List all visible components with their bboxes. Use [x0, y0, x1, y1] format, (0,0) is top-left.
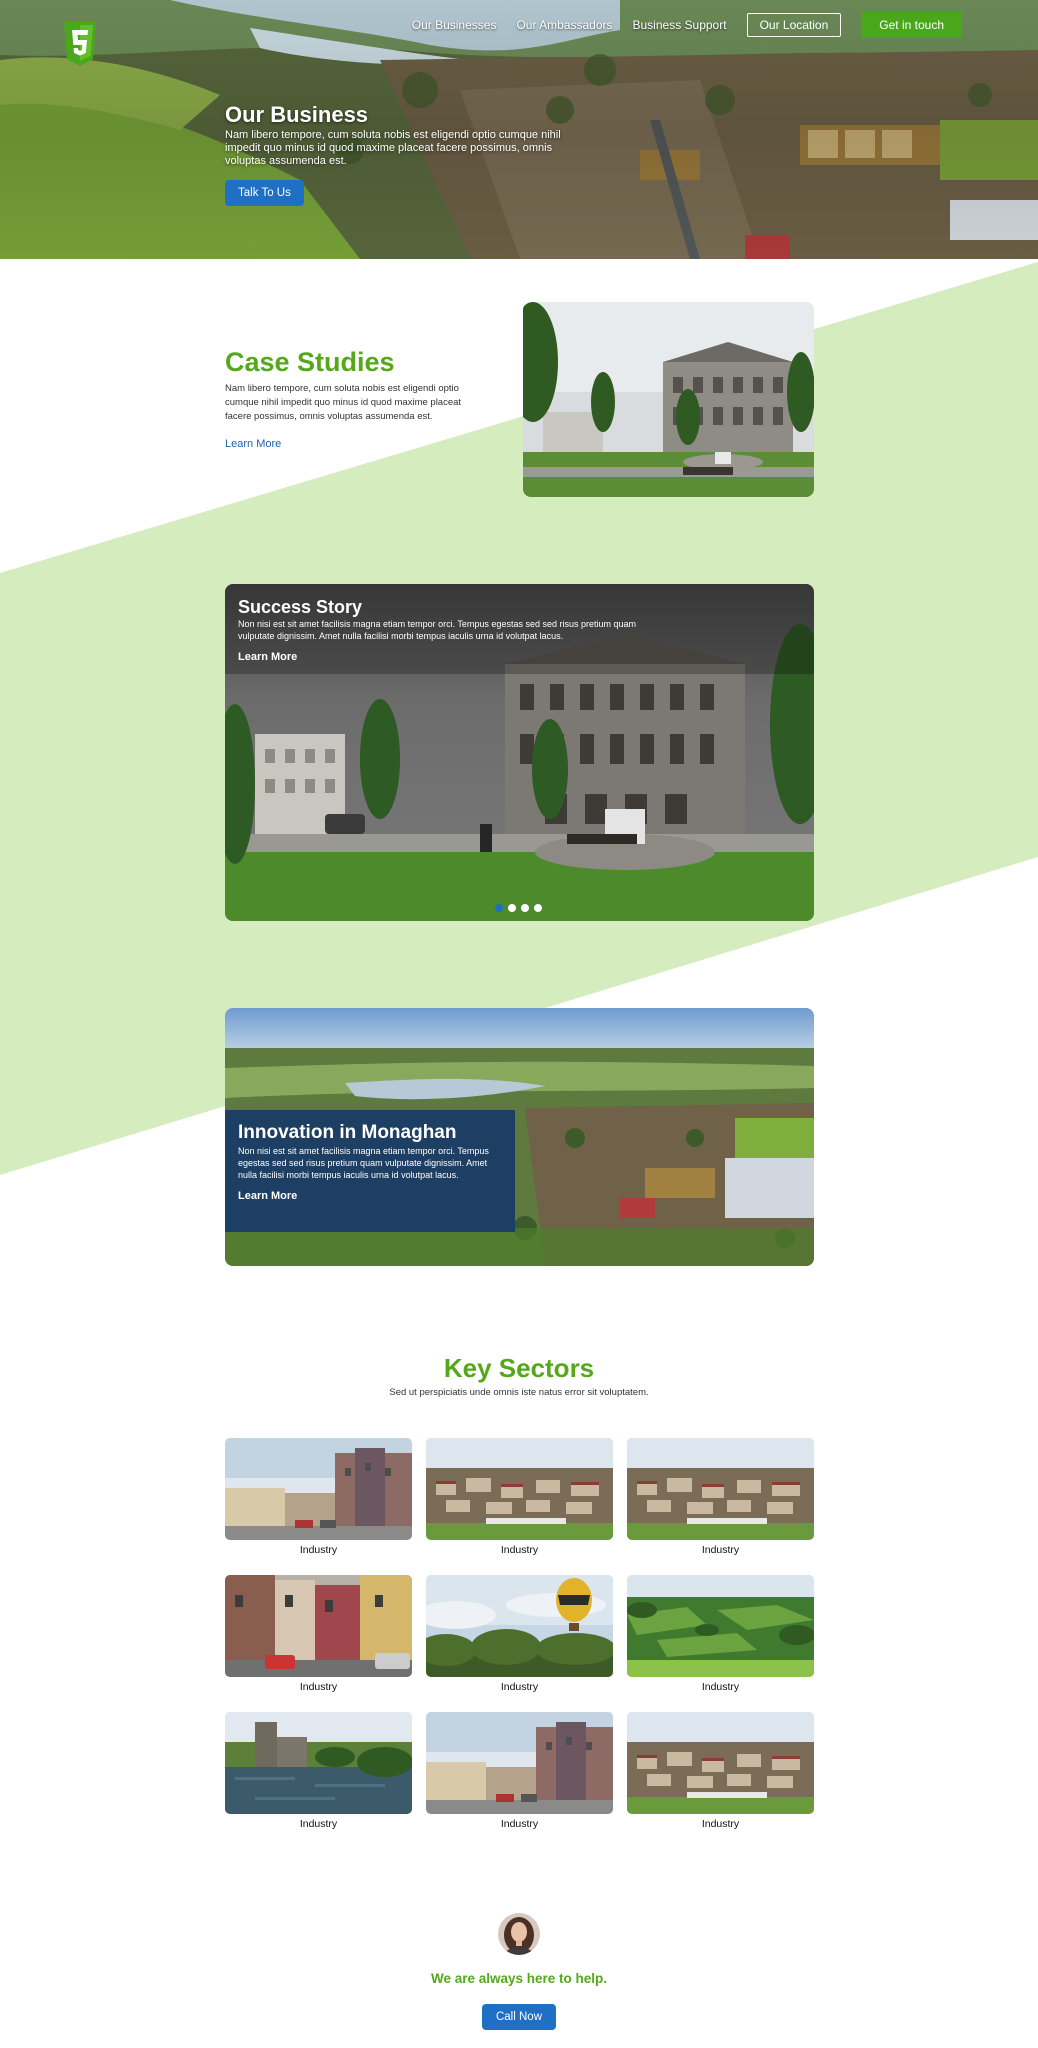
innovation-learn-more-link[interactable]: Learn More	[238, 1190, 297, 1202]
sector-card[interactable]: Industry	[426, 1438, 613, 1558]
sector-label: Industry	[299, 1544, 338, 1556]
sector-image	[627, 1438, 814, 1540]
sector-card[interactable]: Industry	[627, 1438, 814, 1558]
innovation-overlay-box: Innovation in Monaghan Non nisi est sit …	[225, 1110, 515, 1232]
success-story-title: Success Story	[238, 597, 363, 617]
sector-image	[225, 1575, 412, 1677]
key-sectors-subtitle: Sed ut perspiciatis unde omnis iste natu…	[389, 1387, 649, 1398]
case-studies-learn-more-link[interactable]: Learn More	[225, 438, 281, 450]
success-story-text: Success Story Non nisi est sit amet faci…	[238, 596, 668, 665]
sector-card[interactable]: Industry	[225, 1712, 412, 1832]
carousel-dot[interactable]	[495, 904, 503, 912]
success-story-body: Non nisi est sit amet facilisis magna et…	[238, 619, 636, 641]
case-studies-section: Case Studies Nam libero tempore, cum sol…	[225, 346, 485, 452]
sector-card[interactable]: Industry	[225, 1575, 412, 1695]
help-title: We are always here to help.	[430, 1971, 608, 1986]
carousel-dots	[495, 904, 542, 912]
success-story-learn-more-link[interactable]: Learn More	[238, 651, 297, 663]
sector-image	[426, 1438, 613, 1540]
case-studies-image	[523, 302, 814, 497]
sector-label: Industry	[500, 1681, 539, 1693]
innovation-body: Non nisi est sit amet facilisis magna et…	[238, 1146, 489, 1180]
sector-image	[627, 1712, 814, 1814]
sector-label: Industry	[500, 1818, 539, 1830]
sector-label: Industry	[701, 1681, 740, 1693]
carousel-dot[interactable]	[534, 904, 542, 912]
carousel-dot[interactable]	[508, 904, 516, 912]
sector-label: Industry	[701, 1544, 740, 1556]
call-now-button[interactable]: Call Now	[481, 2004, 556, 2030]
sector-label: Industry	[500, 1544, 539, 1556]
main-content: Case Studies Nam libero tempore, cum sol…	[0, 0, 1038, 2048]
avatar	[498, 1913, 540, 1955]
sector-label: Industry	[299, 1818, 338, 1830]
sector-card[interactable]: Industry	[627, 1575, 814, 1695]
sector-card[interactable]: Industry	[627, 1712, 814, 1832]
sector-card[interactable]: Industry	[426, 1712, 613, 1832]
help-section: We are always here to help. Call Now	[0, 1913, 1038, 2030]
key-sectors-title: Key Sectors	[443, 1353, 595, 1383]
sector-label: Industry	[299, 1681, 338, 1693]
sector-image	[426, 1575, 613, 1677]
key-sectors-header: Key Sectors Sed ut perspiciatis unde omn…	[0, 1352, 1038, 1398]
sector-card[interactable]: Industry	[225, 1438, 412, 1558]
sector-image	[627, 1575, 814, 1677]
sector-label: Industry	[701, 1818, 740, 1830]
innovation-title: Innovation in Monaghan	[238, 1122, 457, 1143]
innovation-card: Innovation in Monaghan Non nisi est sit …	[225, 1008, 814, 1266]
key-sectors-grid: Industry Industry Industry Industry Industry…	[225, 1438, 814, 1832]
sector-image	[225, 1712, 412, 1814]
sector-image	[426, 1712, 613, 1814]
case-studies-body: Nam libero tempore, cum soluta nobis est…	[225, 383, 462, 422]
sector-card[interactable]: Industry	[426, 1575, 613, 1695]
sector-image	[225, 1438, 412, 1540]
case-studies-title: Case Studies	[225, 347, 395, 377]
success-story-carousel: Success Story Non nisi est sit amet faci…	[225, 584, 814, 921]
carousel-dot[interactable]	[521, 904, 529, 912]
